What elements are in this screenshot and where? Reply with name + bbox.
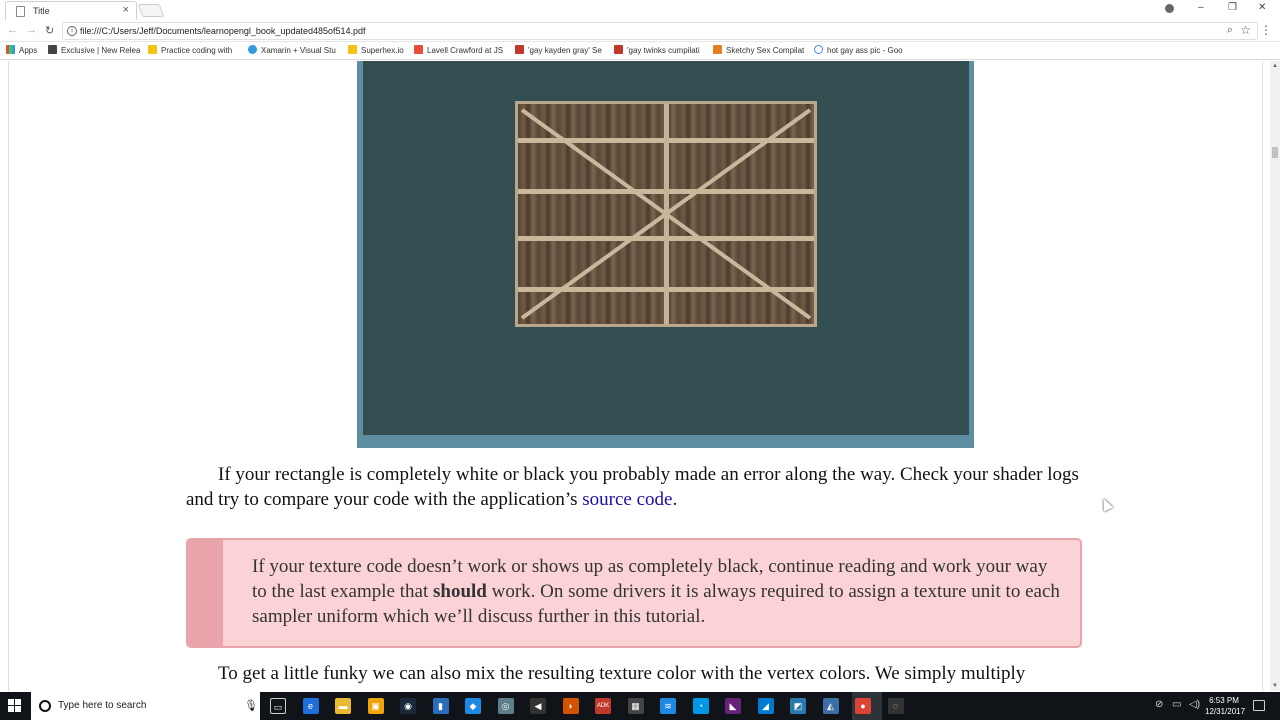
crate-brace bbox=[520, 108, 812, 320]
bookmark-favicon-icon bbox=[348, 45, 357, 54]
mouse-cursor-icon bbox=[1098, 496, 1114, 512]
bookmark-favicon-icon bbox=[614, 45, 623, 54]
steam-icon[interactable]: ◉ bbox=[400, 698, 416, 714]
restore-button[interactable]: ❐ bbox=[1228, 2, 1237, 13]
battery-icon[interactable]: ▭ bbox=[1172, 699, 1181, 710]
bookmark-item[interactable]: Exclusive | New Relea bbox=[48, 45, 140, 57]
app-icon-8[interactable]: ◩ bbox=[790, 698, 806, 714]
reload-button[interactable]: ↻ bbox=[45, 24, 54, 37]
calculator-icon[interactable]: ▦ bbox=[627, 698, 644, 714]
vertical-scrollbar[interactable]: ▲ ▼ bbox=[1270, 61, 1280, 691]
app-icon-9[interactable]: ◭ bbox=[822, 698, 839, 714]
note-text: If your texture code doesn’t work or sho… bbox=[252, 556, 1060, 627]
microphone-icon[interactable]: 🎙 bbox=[244, 699, 258, 712]
profile-icon[interactable] bbox=[1165, 4, 1174, 13]
bookmark-item[interactable]: Sketchy Sex Compilat bbox=[713, 45, 805, 57]
scrollbar-thumb[interactable] bbox=[1272, 147, 1278, 158]
back-button[interactable]: ← bbox=[7, 24, 18, 36]
bookmark-item[interactable]: Lavell Crawford at JS bbox=[414, 45, 506, 57]
browser-toolbar: ← → ↻ i file:///C:/Users/Jeff/Documents/… bbox=[0, 20, 1280, 42]
document-icon bbox=[16, 6, 25, 17]
info-icon[interactable]: i bbox=[67, 26, 77, 36]
adk-icon[interactable]: ADK bbox=[595, 698, 611, 714]
clock-time: 6:53 PM bbox=[1209, 696, 1239, 705]
paragraph: To get a little funky we can also mix th… bbox=[218, 663, 1026, 684]
file-explorer-icon[interactable]: ▬ bbox=[335, 698, 351, 714]
visual-studio-icon[interactable]: ◣ bbox=[725, 698, 741, 714]
bookmark-favicon-icon bbox=[48, 45, 57, 54]
tab-strip: Title × – ❐ ✕ bbox=[0, 0, 1280, 20]
source-code-link[interactable]: source code bbox=[582, 489, 672, 510]
browser-tab[interactable]: Title × bbox=[5, 1, 137, 20]
close-window-button[interactable]: ✕ bbox=[1258, 2, 1266, 13]
app-icon-6[interactable]: ≋ bbox=[660, 698, 676, 714]
opengl-render-figure bbox=[357, 61, 974, 448]
bookmark-item[interactable]: 'gay kayden gray' Se bbox=[515, 45, 605, 57]
address-bar[interactable]: i file:///C:/Users/Jeff/Documents/learno… bbox=[62, 22, 1258, 40]
app-icon-2[interactable]: ◆ bbox=[465, 698, 481, 714]
scroll-up-icon[interactable]: ▲ bbox=[1272, 63, 1278, 69]
network-icon[interactable]: ⊘ bbox=[1155, 699, 1163, 710]
bookmark-item[interactable]: Superhex.io bbox=[348, 45, 408, 57]
paragraph: If your rectangle is completely white or… bbox=[186, 464, 1079, 510]
windows-taskbar: Type here to search 🎙 ▭ e ▬ ▣ ◉ ▮ ◆ ◎ ◀ ◗ ADK ▦ ≋ ◔ ◣ ◢… bbox=[0, 692, 1280, 720]
new-tab-button[interactable] bbox=[137, 4, 165, 17]
action-center-icon[interactable] bbox=[1253, 700, 1265, 711]
scroll-down-icon[interactable]: ▼ bbox=[1272, 683, 1278, 689]
minimize-button[interactable]: – bbox=[1198, 2, 1204, 13]
chrome-icon[interactable]: ● bbox=[855, 698, 871, 714]
note-box-bar bbox=[188, 540, 223, 646]
google-icon bbox=[814, 45, 823, 54]
bookmark-item[interactable]: hot gay ass pic - Goo bbox=[814, 45, 906, 57]
app-icon-10[interactable]: ◌ bbox=[887, 698, 904, 714]
bookmark-favicon-icon bbox=[248, 45, 257, 54]
pdf-viewport[interactable]: If your rectangle is completely white or… bbox=[0, 61, 1270, 691]
bookmark-favicon-icon bbox=[515, 45, 524, 54]
store-icon[interactable]: ▣ bbox=[367, 698, 384, 714]
app-icon-3[interactable]: ◎ bbox=[497, 698, 514, 714]
zoom-icon[interactable]: ⌕ bbox=[1227, 24, 1233, 37]
bookmarks-bar: Apps Exclusive | New Relea Practice codi… bbox=[0, 42, 1280, 60]
page-edge bbox=[1262, 61, 1263, 691]
task-view-icon[interactable]: ▭ bbox=[270, 698, 286, 714]
taskbar-search[interactable]: Type here to search 🎙 bbox=[31, 692, 260, 720]
system-clock[interactable]: 6:53 PM 12/31/2017 bbox=[1205, 695, 1246, 717]
app-icon-4[interactable]: ◀ bbox=[530, 698, 546, 714]
bookmark-item[interactable]: Practice coding with bbox=[148, 45, 238, 57]
note-box: If your texture code doesn’t work or sho… bbox=[186, 538, 1082, 648]
tab-close-button[interactable]: × bbox=[123, 4, 129, 16]
bookmark-star-icon[interactable]: ☆ bbox=[1240, 23, 1251, 37]
wooden-container-texture bbox=[515, 101, 817, 327]
volume-icon[interactable]: ◁) bbox=[1189, 699, 1200, 710]
vscode-icon[interactable]: ◢ bbox=[757, 698, 774, 714]
menu-icon[interactable]: ⋮ bbox=[1260, 23, 1272, 37]
bookmark-item[interactable]: 'gay twinks cumpilati bbox=[614, 45, 704, 57]
windows-start-icon[interactable] bbox=[8, 699, 22, 713]
bookmark-item[interactable]: Xamarin + Visual Stu bbox=[248, 45, 340, 57]
bookmark-item[interactable]: Apps bbox=[6, 45, 46, 57]
cortana-icon bbox=[39, 700, 51, 712]
app-icon-1[interactable]: ▮ bbox=[432, 698, 449, 714]
bookmark-favicon-icon bbox=[713, 45, 722, 54]
url-text[interactable]: file:///C:/Users/Jeff/Documents/learnope… bbox=[80, 26, 366, 36]
app-icon-5[interactable]: ◗ bbox=[562, 698, 579, 714]
search-placeholder: Type here to search bbox=[58, 700, 147, 711]
render-canvas bbox=[363, 61, 969, 435]
youtube-icon bbox=[414, 45, 423, 54]
apps-icon bbox=[6, 45, 15, 54]
app-icon-7[interactable]: ◔ bbox=[692, 698, 709, 714]
bookmark-favicon-icon bbox=[148, 45, 157, 54]
edge-icon[interactable]: e bbox=[302, 698, 319, 714]
clock-date: 12/31/2017 bbox=[1205, 707, 1246, 716]
forward-button[interactable]: → bbox=[26, 24, 37, 36]
page-edge bbox=[8, 61, 9, 691]
tab-title: Title bbox=[33, 6, 50, 16]
